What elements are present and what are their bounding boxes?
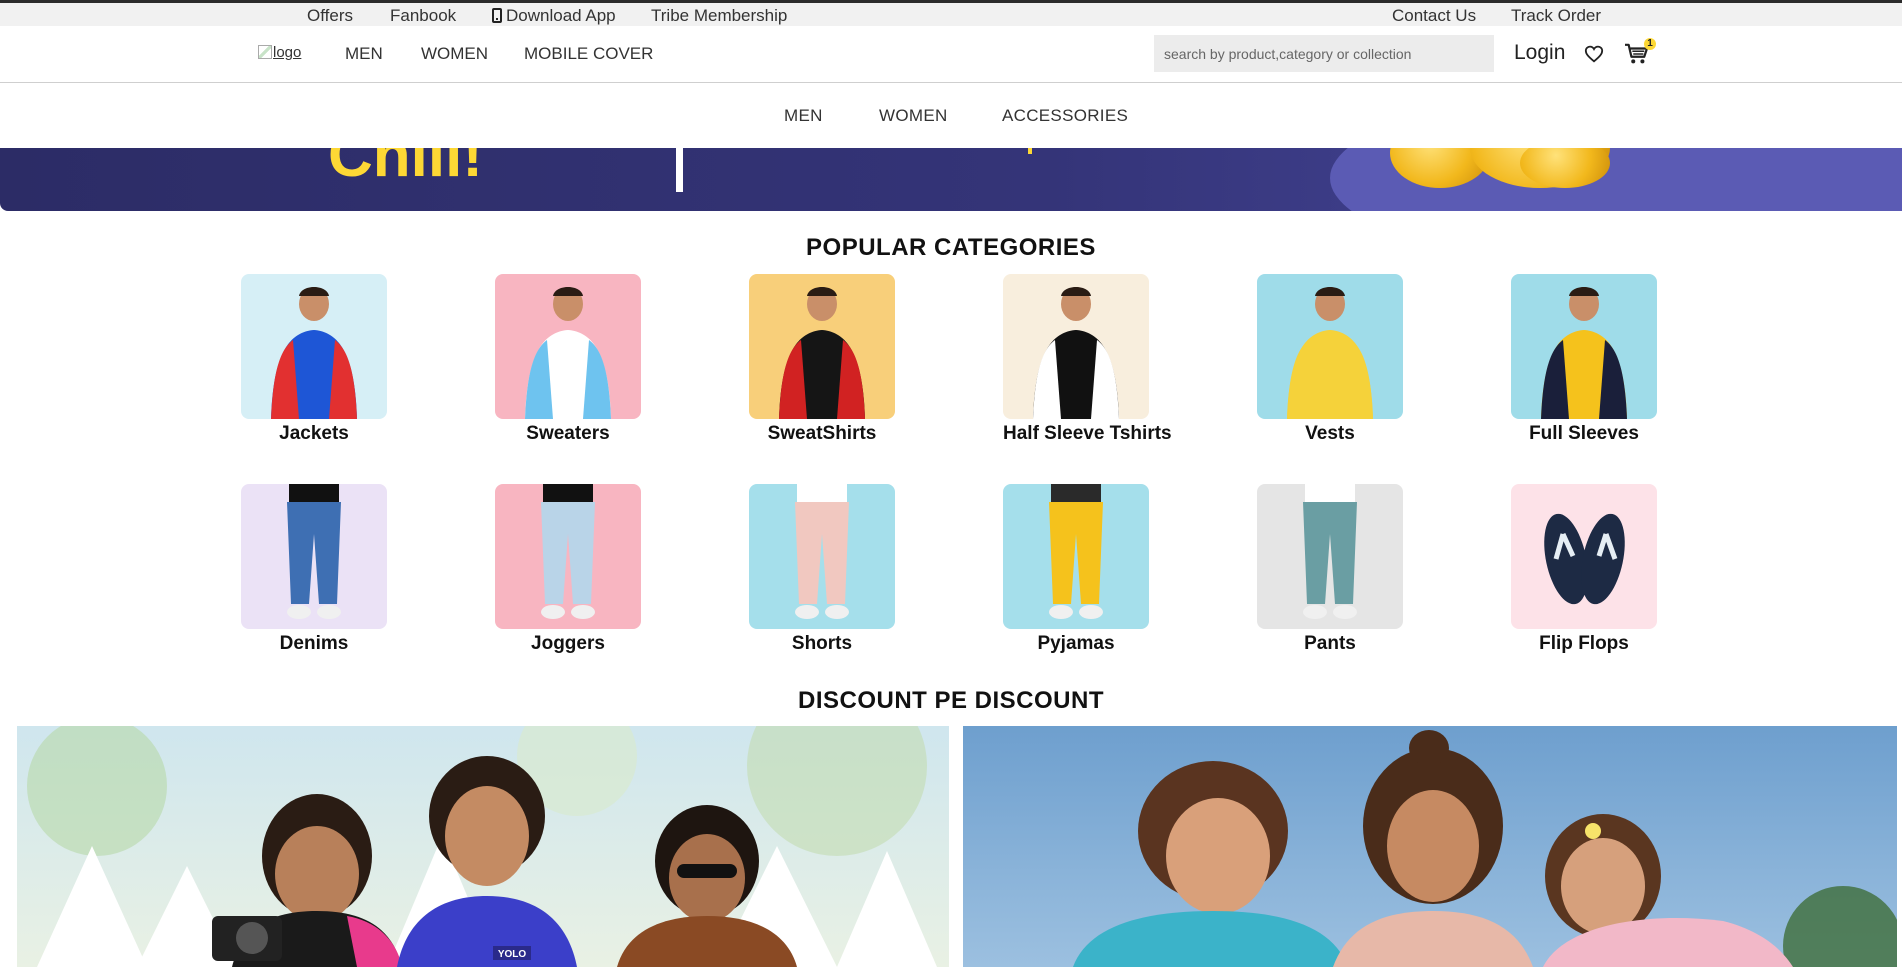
category-illustration bbox=[779, 287, 865, 419]
category-name: Jackets bbox=[279, 423, 349, 444]
track-order-link[interactable]: Track Order bbox=[1511, 6, 1601, 26]
category-card[interactable]: Shorts bbox=[749, 484, 895, 655]
category-card[interactable]: Joggers bbox=[495, 484, 641, 655]
nav-men[interactable]: MEN bbox=[345, 44, 383, 64]
discount-banner-left-image: YOLO bbox=[17, 726, 949, 967]
broken-image-icon bbox=[258, 45, 272, 59]
category-name: Joggers bbox=[531, 633, 605, 654]
popular-categories-title: POPULAR CATEGORIES bbox=[806, 234, 1096, 261]
cart-count-badge: 1 bbox=[1644, 38, 1656, 50]
main-header: logo MEN WOMEN MOBILE COVER Login 1 bbox=[0, 26, 1902, 83]
phone-icon bbox=[492, 8, 502, 23]
logo-alt-text: logo bbox=[273, 44, 302, 61]
discount-banner-right-image bbox=[963, 726, 1897, 967]
category-illustration bbox=[795, 484, 849, 619]
subnav-men[interactable]: MEN bbox=[784, 106, 823, 126]
category-image[interactable] bbox=[1257, 484, 1403, 629]
category-illustration bbox=[1049, 484, 1103, 619]
download-app-label: Download App bbox=[506, 6, 616, 25]
nav-mobile-cover[interactable]: MOBILE COVER bbox=[524, 44, 653, 64]
discount-banner-right[interactable] bbox=[963, 726, 1897, 967]
category-image[interactable] bbox=[241, 274, 387, 419]
login-link[interactable]: Login bbox=[1514, 41, 1565, 65]
category-image[interactable] bbox=[1511, 484, 1657, 629]
category-card[interactable]: SweatShirts bbox=[749, 274, 895, 445]
nav-women[interactable]: WOMEN bbox=[421, 44, 488, 64]
category-illustration bbox=[1287, 287, 1373, 419]
category-card[interactable]: Flip Flops bbox=[1511, 484, 1657, 655]
category-illustration bbox=[287, 484, 341, 619]
category-illustration bbox=[271, 287, 357, 419]
hero-banner[interactable]: Chill! bbox=[0, 148, 1902, 211]
hero-accent-mark bbox=[1028, 148, 1032, 154]
site-logo[interactable]: logo bbox=[258, 44, 301, 61]
category-card[interactable]: Pyjamas bbox=[1003, 484, 1149, 655]
hero-headline: Chill! bbox=[328, 148, 483, 190]
category-illustration bbox=[1541, 287, 1627, 419]
category-illustration bbox=[1303, 484, 1357, 619]
category-card[interactable]: Pants bbox=[1257, 484, 1403, 655]
fanbook-link[interactable]: Fanbook bbox=[390, 6, 456, 26]
category-image[interactable] bbox=[1257, 274, 1403, 419]
category-name: Pants bbox=[1304, 633, 1356, 654]
category-card[interactable]: Jackets bbox=[241, 274, 387, 445]
category-illustration bbox=[1544, 513, 1625, 605]
subnav-accessories[interactable]: ACCESSORIES bbox=[1002, 106, 1128, 126]
category-illustration bbox=[1033, 287, 1119, 419]
category-image[interactable] bbox=[495, 274, 641, 419]
search-input[interactable] bbox=[1154, 35, 1494, 72]
shirt-print-text: YOLO bbox=[498, 949, 527, 960]
category-illustration bbox=[525, 287, 611, 419]
category-image[interactable] bbox=[1003, 274, 1149, 419]
category-card[interactable]: Sweaters bbox=[495, 274, 641, 445]
category-name: SweatShirts bbox=[767, 423, 877, 444]
category-name: Vests bbox=[1305, 423, 1355, 444]
category-image[interactable] bbox=[1511, 274, 1657, 419]
tribe-membership-link[interactable]: Tribe Membership bbox=[651, 6, 787, 26]
category-image[interactable] bbox=[749, 274, 895, 419]
category-card[interactable]: Denims bbox=[241, 484, 387, 655]
category-card[interactable]: Full Sleeves bbox=[1511, 274, 1657, 445]
category-name: Shorts bbox=[791, 633, 853, 654]
hero-divider bbox=[676, 148, 683, 192]
category-name: Full Sleeves bbox=[1529, 423, 1639, 444]
category-name: Half Sleeve Tshirts bbox=[1003, 423, 1172, 444]
offers-link[interactable]: Offers bbox=[307, 6, 353, 26]
category-name: Denims bbox=[279, 633, 349, 654]
category-image[interactable] bbox=[241, 484, 387, 629]
category-name: Flip Flops bbox=[1539, 633, 1629, 654]
category-image[interactable] bbox=[1003, 484, 1149, 629]
download-app-link[interactable]: Download App bbox=[492, 6, 616, 26]
category-name: Pyjamas bbox=[1037, 633, 1115, 654]
category-card[interactable]: Vests bbox=[1257, 274, 1403, 445]
category-subnav: MEN WOMEN ACCESSORIES bbox=[0, 83, 1902, 148]
top-utility-bar: Offers Fanbook Download App Tribe Member… bbox=[0, 0, 1902, 26]
discount-section-title: DISCOUNT PE DISCOUNT bbox=[797, 687, 1104, 714]
category-illustration bbox=[541, 484, 595, 619]
category-card[interactable]: Half Sleeve Tshirts bbox=[1003, 274, 1172, 445]
contact-us-link[interactable]: Contact Us bbox=[1392, 6, 1476, 26]
category-image[interactable] bbox=[749, 484, 895, 629]
wishlist-heart-icon[interactable] bbox=[1584, 45, 1604, 63]
category-name: Sweaters bbox=[526, 423, 610, 444]
discount-banner-left[interactable]: YOLO bbox=[17, 726, 949, 967]
category-image[interactable] bbox=[495, 484, 641, 629]
subnav-women[interactable]: WOMEN bbox=[879, 106, 948, 126]
